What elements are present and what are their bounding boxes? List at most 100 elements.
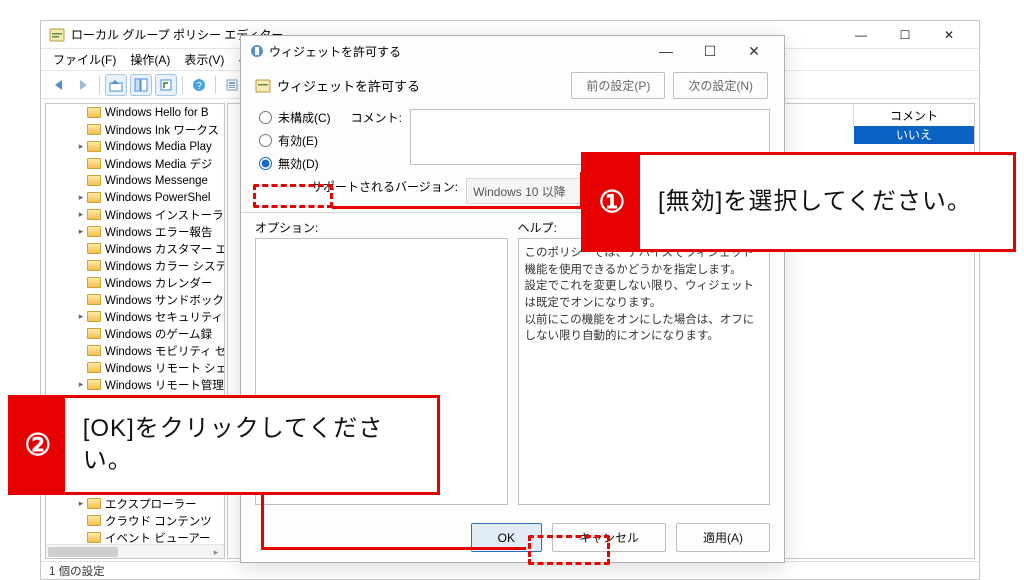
help-button[interactable]: ?	[188, 74, 210, 96]
tree-item[interactable]: ▸ Windows エラー報告	[46, 223, 225, 240]
nav-forward-button[interactable]	[72, 74, 94, 96]
radio-enabled[interactable]: 有効(E)	[259, 132, 331, 149]
tree-item[interactable]: Windows Media デジ	[46, 155, 225, 172]
apply-button[interactable]: 適用(A)	[676, 523, 770, 552]
tree-item[interactable]: Windows リモート シェ	[46, 359, 225, 376]
gpedit-app-icon	[49, 27, 65, 43]
chevron-right-icon[interactable]: ▸	[76, 192, 86, 203]
tree-item[interactable]: Windows カレンダー	[46, 274, 225, 291]
callout-1-number: ①	[584, 155, 640, 249]
status-text: 1 個の設定	[49, 566, 105, 578]
menu-file[interactable]: ファイル(F)	[47, 49, 122, 70]
tree-item[interactable]: ▸Windows セキュリティ	[46, 308, 225, 325]
options-label: オプション:	[255, 219, 508, 236]
dialog-titlebar: ウィジェットを許可する ― ☐ ✕	[241, 36, 784, 66]
tree-item-label: Windows エラー報告	[105, 224, 212, 240]
folder-icon	[87, 192, 101, 203]
policy-header-icon	[255, 78, 271, 94]
folder-icon	[87, 311, 101, 322]
tree-item[interactable]: クラウド コンテンツ	[46, 512, 225, 529]
dialog-close-button[interactable]: ✕	[732, 36, 776, 66]
tree-item-label: Windows リモート管理	[105, 377, 224, 393]
tree-item[interactable]: ▸ Windows Media Play	[46, 138, 225, 155]
tree-item-label: Windows PowerShel	[105, 192, 210, 204]
tree-item[interactable]: Windows サンドボック	[46, 291, 225, 308]
tree-item-label: Windows Media Play	[105, 141, 212, 153]
folder-icon	[87, 243, 101, 254]
comment-label: コメント:	[351, 109, 402, 165]
tree-item-label: Windows モビリティ セ	[105, 343, 225, 359]
folder-icon	[87, 260, 101, 271]
arrow-line-2v	[261, 494, 264, 549]
dialog-maximize-button[interactable]: ☐	[688, 36, 732, 66]
show-hide-tree-button[interactable]	[130, 74, 152, 96]
folder-icon	[87, 158, 101, 169]
chevron-right-icon[interactable]: ▸	[76, 311, 86, 322]
tree-item[interactable]: Windows カスタマー エ	[46, 240, 225, 257]
tree-item-label: Windows カラー システ	[105, 258, 225, 274]
tree-item[interactable]: ▸ Windows インストーラー	[46, 206, 225, 223]
policy-row-comment-value[interactable]: いいえ	[854, 126, 974, 144]
tree-item[interactable]: Windows モビリティ セ	[46, 342, 225, 359]
tree-item-label: Windows Ink ワークス	[105, 122, 219, 138]
nav-back-button[interactable]	[47, 74, 69, 96]
export-list-button[interactable]	[155, 74, 177, 96]
tree-item-label: クラウド コンテンツ	[105, 513, 212, 529]
radio-not-configured[interactable]: 未構成(C)	[259, 109, 331, 126]
chevron-right-icon[interactable]: ▸	[76, 141, 86, 152]
chevron-right-icon[interactable]: ▸	[76, 226, 86, 237]
callout-2-text: [OK]をクリックしてください。	[65, 405, 437, 486]
chevron-right-icon[interactable]: ▸	[76, 209, 86, 220]
folder-icon	[87, 328, 101, 339]
gpedit-window-controls: ― ☐ ✕	[839, 21, 971, 49]
tree-item[interactable]: Windows のゲーム録	[46, 325, 225, 342]
tree-item-label: Windows Media デジ	[105, 156, 212, 172]
next-setting-button[interactable]: 次の設定(N)	[673, 72, 768, 99]
folder-icon	[87, 532, 101, 543]
radio-disabled[interactable]: 無効(D)	[259, 155, 331, 172]
tree-item-label: Windows のゲーム録	[105, 326, 212, 342]
chevron-right-icon[interactable]: ▸	[76, 379, 86, 390]
supported-version-label: サポートされるバージョン:	[311, 178, 458, 195]
folder-icon	[87, 515, 101, 526]
tree-item-label: Windows インストーラー	[105, 207, 225, 223]
arrow-line-2h	[261, 547, 526, 550]
tree-item[interactable]: Windows Ink ワークス	[46, 121, 225, 138]
menu-view[interactable]: 表示(V)	[178, 49, 230, 70]
tree-item[interactable]: ▸ Windows リモート管理	[46, 376, 225, 393]
tree-item[interactable]: Windows Hello for B	[46, 104, 225, 121]
cancel-button[interactable]: キャンセル	[552, 523, 666, 552]
tree-item-label: Windows カレンダー	[105, 275, 212, 291]
dialog-minimize-button[interactable]: ―	[644, 36, 688, 66]
dialog-title: ウィジェットを許可する	[269, 43, 644, 60]
radio-disabled-label: 無効(D)	[278, 155, 319, 172]
column-header-comment[interactable]: コメント	[854, 104, 974, 126]
help-box: このポリシーでは、デバイスでウィジェット機能を使用できるかどうかを指定します。設…	[518, 238, 771, 505]
maximize-button[interactable]: ☐	[883, 21, 927, 49]
minimize-button[interactable]: ―	[839, 21, 883, 49]
tree-item[interactable]: Windows Messenge	[46, 172, 225, 189]
callout-1: ① [無効]を選択してください。	[581, 152, 1016, 252]
folder-icon	[87, 362, 101, 373]
menu-action[interactable]: 操作(A)	[124, 49, 176, 70]
tree-item[interactable]: ▸エクスプローラー	[46, 495, 225, 512]
chevron-right-icon[interactable]: ▸	[76, 498, 86, 509]
svg-text:?: ?	[196, 81, 202, 92]
folder-icon	[87, 498, 101, 509]
tree-item[interactable]: Windows カラー システ	[46, 257, 225, 274]
toolbar-separator	[99, 76, 100, 94]
previous-setting-button[interactable]: 前の設定(P)	[571, 72, 665, 99]
callout-1-text: [無効]を選択してください。	[640, 178, 990, 226]
folder-icon	[87, 294, 101, 305]
tree-item[interactable]: ▸ Windows PowerShel	[46, 189, 225, 206]
close-button[interactable]: ✕	[927, 21, 971, 49]
tree-horizontal-scrollbar[interactable]: ▸	[46, 544, 224, 558]
folder-icon	[87, 124, 101, 135]
radio-not-configured-label: 未構成(C)	[278, 109, 331, 126]
toolbar-separator	[215, 76, 216, 94]
tree-item-label: Windows リモート シェ	[105, 360, 225, 376]
policy-state-radiogroup: 未構成(C) 有効(E) 無効(D)	[259, 109, 331, 172]
folder-icon	[87, 345, 101, 356]
up-level-button[interactable]	[105, 74, 127, 96]
folder-icon	[87, 141, 101, 152]
